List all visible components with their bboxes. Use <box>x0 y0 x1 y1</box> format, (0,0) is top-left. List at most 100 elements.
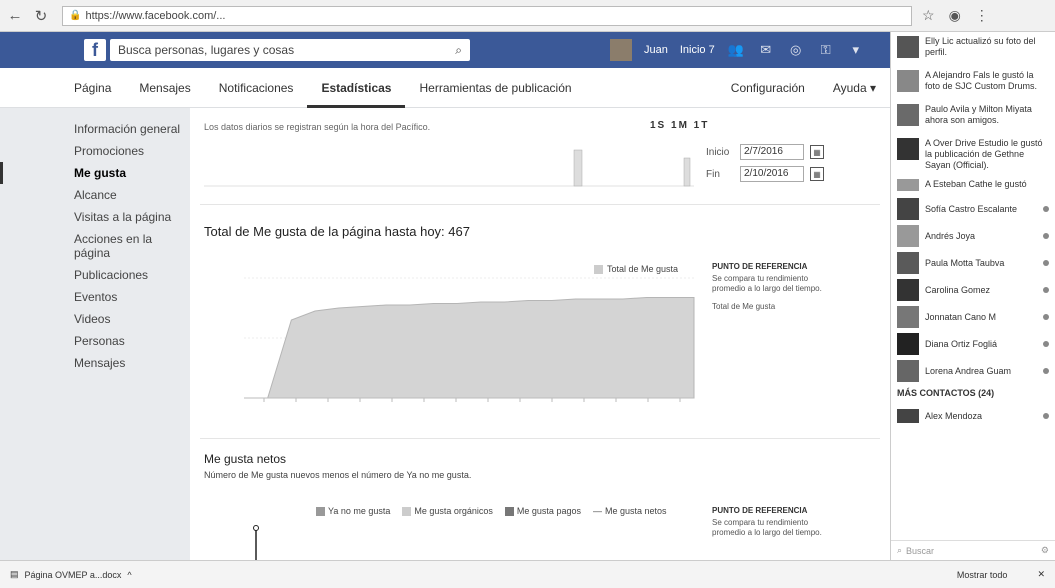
benchmark-heading: PUNTO DE REFERENCIA <box>712 506 808 515</box>
net-likes-description: Número de Me gusta nuevos menos el númer… <box>204 470 472 480</box>
ticker-item[interactable]: A Esteban Cathe le gustó <box>891 175 1055 195</box>
contact-name: Alex Mendoza <box>925 410 983 421</box>
ticker-and-chat: Elly Lic actualizó su foto del perfil. A… <box>890 32 1055 560</box>
avatar <box>897 70 919 92</box>
sidebar-item-acciones[interactable]: Acciones en la página <box>0 228 190 264</box>
legend-label: Ya no me gusta <box>328 506 391 516</box>
download-filename: Página OVMEP a...docx <box>24 569 122 580</box>
legend-item[interactable]: — Me gusta netos <box>593 506 667 516</box>
chat-contact[interactable]: Jonnatan Cano M <box>891 303 1055 330</box>
date-range-picker: Inicio 2/7/2016 ▦ Fin 2/10/2016 ▦ <box>706 144 824 188</box>
tab-notificaciones[interactable]: Notificaciones <box>205 68 308 108</box>
reload-icon[interactable]: ↻ <box>30 5 52 27</box>
chat-contact[interactable]: Diana Ortiz Fogliá <box>891 330 1055 357</box>
end-date-input[interactable]: 2/10/2016 <box>740 166 804 182</box>
status-dot <box>1043 286 1049 293</box>
total-likes-title: Total de Me gusta de la página hasta hoy… <box>204 224 470 239</box>
legend-item[interactable]: Me gusta orgánicos <box>402 506 493 516</box>
overview-mini-chart[interactable] <box>204 142 694 192</box>
legend-swatch <box>402 506 412 516</box>
net-likes-legend: Ya no me gusta Me gusta orgánicos Me gus… <box>316 506 667 516</box>
profile-link[interactable]: Juan <box>644 44 668 56</box>
avatar <box>897 278 919 301</box>
chat-search-input[interactable]: ⌕ Buscar ⚙ <box>891 540 1055 560</box>
address-bar[interactable]: 🔒 https://www.facebook.com/... <box>62 5 912 26</box>
sidebar-item-videos[interactable]: Videos <box>0 308 190 330</box>
benchmark-heading: PUNTO DE REFERENCIA <box>712 262 808 271</box>
start-date-input[interactable]: 2/7/2016 <box>740 144 804 160</box>
net-likes-title: Me gusta netos <box>204 452 287 466</box>
ticker-item[interactable]: Elly Lic actualizó su foto del perfil. <box>891 32 1055 66</box>
main-content: Los datos diarios se registran según la … <box>190 108 890 560</box>
messages-icon[interactable]: ✉ <box>757 41 775 59</box>
sidebar-item-visitas[interactable]: Visitas a la página <box>0 206 190 228</box>
ticker-item[interactable]: A Alejandro Fals le gustó la foto de SJC… <box>891 66 1055 100</box>
contact-name: Lorena Andrea Guam <box>925 365 1012 376</box>
search-icon[interactable]: ⌕ <box>455 43 462 58</box>
back-icon[interactable]: ← <box>4 5 26 27</box>
start-label: Inicio <box>706 146 730 158</box>
sidebar-item-eventos[interactable]: Eventos <box>0 286 190 308</box>
facebook-logo-icon[interactable]: f <box>84 39 106 61</box>
status-dot <box>1043 259 1049 266</box>
browser-toolbar: ← ↻ 🔒 https://www.facebook.com/... ☆ ◉ ⋮ <box>0 0 1055 32</box>
sidebar-item-me-gusta[interactable]: Me gusta <box>0 162 190 184</box>
sidebar-item-mensajes[interactable]: Mensajes <box>0 352 190 374</box>
avatar[interactable] <box>610 39 632 61</box>
chevron-up-icon[interactable]: ^ <box>127 570 131 580</box>
download-item[interactable]: ▤ Página OVMEP a...docx ^ <box>10 569 132 580</box>
net-chart-marker <box>253 525 259 560</box>
friends-icon[interactable]: 👥 <box>727 41 745 59</box>
close-icon[interactable]: ✕ <box>1037 569 1045 580</box>
contact-name: Jonnatan Cano M <box>925 311 997 322</box>
sidebar-item-personas[interactable]: Personas <box>0 330 190 352</box>
ticker-item[interactable]: A Over Drive Estudio le gustó la publica… <box>891 134 1055 175</box>
chevron-down-icon[interactable]: ▾ <box>847 41 865 59</box>
total-likes-chart[interactable] <box>204 258 704 428</box>
sidebar-item-informacion[interactable]: Información general <box>0 118 190 140</box>
tab-herramientas[interactable]: Herramientas de publicación <box>405 68 585 108</box>
chat-contact[interactable]: Sofía Castro Escalante <box>891 195 1055 222</box>
avatar <box>897 36 919 58</box>
chat-contact[interactable]: Alex Mendoza <box>891 402 1055 429</box>
avatar <box>897 104 919 126</box>
config-link[interactable]: Configuración <box>717 68 819 108</box>
legend-item[interactable]: Ya no me gusta <box>316 506 390 516</box>
range-selector[interactable]: 1S 1M 1T <box>650 120 709 131</box>
show-all-downloads-button[interactable]: Mostrar todo <box>957 570 1008 580</box>
gear-icon[interactable]: ⚙ <box>1041 545 1049 556</box>
chat-contact[interactable]: Carolina Gomez <box>891 276 1055 303</box>
series-area[interactable] <box>244 297 695 399</box>
menu-icon[interactable]: ⋮ <box>975 7 989 24</box>
avatar <box>897 179 919 191</box>
divider <box>200 438 880 439</box>
globe-icon[interactable]: ◎ <box>787 41 805 59</box>
tab-mensajes[interactable]: Mensajes <box>125 68 204 108</box>
home-link[interactable]: Inicio 7 <box>680 44 715 56</box>
tab-pagina[interactable]: Página <box>60 68 125 108</box>
search-input[interactable]: Busca personas, lugares y cosas ⌕ <box>110 39 470 61</box>
calendar-icon[interactable]: ▦ <box>810 167 824 181</box>
tab-estadisticas[interactable]: Estadísticas <box>307 68 406 108</box>
chat-contact[interactable]: Lorena Andrea Guam <box>891 357 1055 384</box>
facebook-header: f Busca personas, lugares y cosas ⌕ Juan… <box>0 32 890 68</box>
ticker-item[interactable]: Paulo Avila y Milton Miyata ahora son am… <box>891 100 1055 134</box>
extension-icon[interactable]: ◉ <box>949 7 961 24</box>
legend-item[interactable]: Me gusta pagos <box>504 506 581 516</box>
chat-contact[interactable]: Paula Motta Taubva <box>891 249 1055 276</box>
contact-name: Andrés Joya <box>925 230 976 241</box>
star-icon[interactable]: ☆ <box>922 7 935 24</box>
help-menu[interactable]: Ayuda ▾ <box>819 68 890 108</box>
sidebar-item-promociones[interactable]: Promociones <box>0 140 190 162</box>
chat-contact[interactable]: Andrés Joya <box>891 222 1055 249</box>
contact-name: Carolina Gomez <box>925 284 991 295</box>
ticker-text: A Over Drive Estudio le gustó la publica… <box>925 138 1043 170</box>
benchmark-metric-link[interactable]: Total de Me gusta <box>712 302 822 312</box>
sidebar-item-publicaciones[interactable]: Publicaciones <box>0 264 190 286</box>
calendar-icon[interactable]: ▦ <box>810 145 824 159</box>
lock-shortcut-icon[interactable]: ⚿ <box>817 41 835 59</box>
benchmark-panel: PUNTO DE REFERENCIA Se compara tu rendim… <box>712 262 822 312</box>
end-label: Fin <box>706 168 720 180</box>
sidebar-item-alcance[interactable]: Alcance <box>0 184 190 206</box>
avatar <box>897 224 919 247</box>
